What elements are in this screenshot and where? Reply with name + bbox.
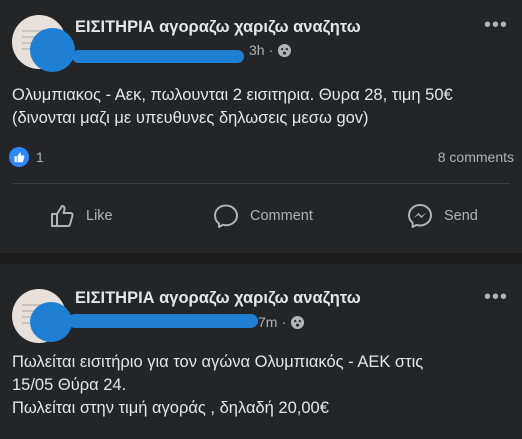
post-text-line: Πωλείται εισιτήριο για τον αγώνα Ολυμπια… [12, 353, 424, 371]
redaction-mark [30, 302, 72, 342]
post-time[interactable]: 3h [249, 42, 265, 58]
send-label: Send [444, 208, 478, 224]
reaction-count[interactable]: 1 [36, 149, 44, 165]
post-text-line: Ολυμπιακος - Αεκ, πωλουνται 2 εισιτηρια.… [12, 86, 453, 104]
like-label: Like [86, 208, 113, 224]
redaction-mark [68, 314, 258, 328]
post-meta: 3h · [249, 42, 292, 58]
globe-icon [278, 43, 292, 57]
redaction-mark [72, 50, 244, 63]
group-name[interactable]: ΕΙΣΙΤΗΡΙΑ αγοραζω χαριζω αναζητω [75, 18, 361, 37]
more-icon[interactable]: ••• [484, 286, 508, 309]
post-text-line: Πωλείται στην τιμή αγοράς , δηλαδή 20,00… [12, 399, 329, 417]
post-time[interactable]: 7m [258, 314, 277, 330]
redaction-mark [30, 28, 75, 72]
like-reaction-icon[interactable] [9, 147, 29, 167]
comment-icon [214, 204, 238, 228]
comment-button[interactable]: Comment [212, 200, 313, 232]
like-icon [51, 205, 74, 227]
globe-icon [291, 315, 305, 329]
messenger-icon [408, 204, 432, 228]
group-name[interactable]: ΕΙΣΙΤΗΡΙΑ αγοραζω χαριζω αναζητω [75, 289, 361, 308]
post-card: ΕΙΣΙΤΗΡΙΑ αγοραζω χαριζω αναζητω 7m · ••… [0, 264, 522, 439]
post-text-line: 15/05 Θύρα 24. [12, 376, 127, 394]
post-meta: 7m · [258, 314, 305, 330]
like-button[interactable]: Like [48, 200, 113, 232]
divider [12, 183, 510, 184]
post-text: Πωλείται εισιτήριο για τον αγώνα Ολυμπια… [12, 351, 512, 420]
comment-label: Comment [250, 208, 313, 224]
comments-count[interactable]: 8 comments [438, 149, 514, 165]
post-text: Ολυμπιακος - Αεκ, πωλουνται 2 εισιτηρια.… [12, 84, 512, 130]
send-button[interactable]: Send [406, 200, 478, 232]
post-text-line: (δινονται μαζι με υπευθυνες δηλωσεις μεσ… [12, 109, 369, 127]
post-card: ΕΙΣΙΤΗΡΙΑ αγοραζω χαριζω αναζητω 3h · ••… [0, 0, 522, 253]
more-icon[interactable]: ••• [484, 14, 508, 37]
